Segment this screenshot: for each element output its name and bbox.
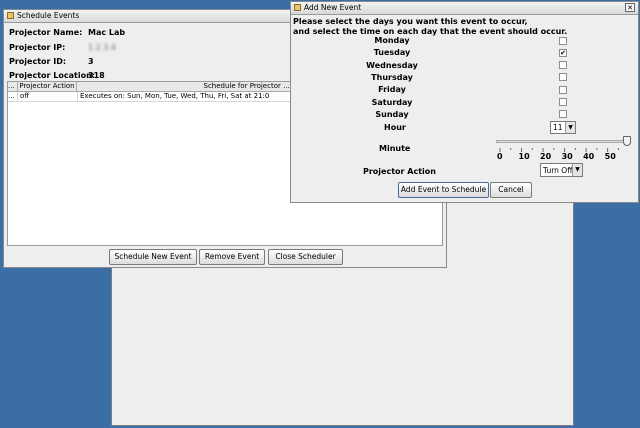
checkmark-icon: ✔ xyxy=(560,48,566,57)
minute-slider[interactable] xyxy=(496,136,631,148)
window-icon xyxy=(294,4,301,11)
cancel-button[interactable]: Cancel xyxy=(490,182,532,198)
projector-action-value: Turn Off xyxy=(543,166,573,175)
projector-id-value: 3 xyxy=(88,57,94,66)
day-checkbox-saturday[interactable] xyxy=(559,98,567,106)
instructions-line-1: Please select the days you want this eve… xyxy=(293,17,528,26)
remove-event-button[interactable]: Remove Event xyxy=(199,249,265,265)
day-label-saturday: Saturday xyxy=(371,97,413,107)
projector-action-label: Projector Action xyxy=(363,167,436,176)
day-checkbox-sunday[interactable] xyxy=(559,110,567,119)
minute-tick-label: 30 xyxy=(561,152,573,161)
day-checkbox-tuesday[interactable]: ✔ xyxy=(559,48,567,57)
hour-dropdown[interactable]: 11 ▼ xyxy=(550,121,576,134)
minute-label: Minute xyxy=(379,144,411,153)
add-event-dialog: Add New Event ✕ Please select the days y… xyxy=(290,1,639,203)
table-cell-action: off xyxy=(20,92,30,100)
add-event-title: Add New Event xyxy=(304,3,362,12)
hour-value: 11 xyxy=(553,123,563,132)
projector-ip-label: Projector IP: xyxy=(9,43,66,52)
add-event-to-schedule-button[interactable]: Add Event to Schedule xyxy=(398,182,489,198)
table-cell-index: ... xyxy=(8,92,18,101)
day-checkbox-thursday[interactable] xyxy=(559,73,567,82)
projector-ip-value: 1.2.3.4 xyxy=(88,43,116,52)
day-checkbox-wednesday[interactable] xyxy=(559,61,567,70)
schedule-window-title: Schedule Events xyxy=(17,11,80,20)
chevron-down-icon: ▼ xyxy=(565,122,575,133)
column-header-index[interactable]: ... xyxy=(8,82,18,91)
day-label-tuesday: Tuesday xyxy=(373,48,411,58)
day-label-sunday: Sunday xyxy=(375,109,409,119)
slider-track xyxy=(496,140,631,143)
column-header-schedule[interactable]: Schedule for Projector ..." xyxy=(77,82,293,91)
table-cell-schedule: Executes on: Sun, Mon, Tue, Wed, Thu, Fr… xyxy=(77,92,269,101)
minute-tick-label: 0 xyxy=(497,152,503,161)
projector-location-label: Projector Location: xyxy=(9,71,95,80)
close-scheduler-button[interactable]: Close Scheduler xyxy=(268,249,343,265)
close-icon[interactable]: ✕ xyxy=(625,3,635,12)
day-checkbox-friday[interactable] xyxy=(559,85,567,94)
minute-tick-label: 10 xyxy=(518,152,530,161)
projector-name-label: Projector Name: xyxy=(9,28,83,37)
projector-action-dropdown[interactable]: Turn Off ▼ xyxy=(540,163,583,177)
window-icon xyxy=(7,12,14,19)
day-label-thursday: Thursday xyxy=(371,72,413,82)
minute-tick-label: 40 xyxy=(583,152,595,161)
minute-tick-label: 50 xyxy=(604,152,616,161)
day-label-monday: Monday xyxy=(374,36,410,45)
day-label-friday: Friday xyxy=(378,85,406,95)
chevron-down-icon: ▼ xyxy=(572,164,582,176)
projector-name-value: Mac Lab xyxy=(88,28,126,37)
column-header-action[interactable]: Projector Action xyxy=(18,82,77,91)
add-event-titlebar[interactable]: Add New Event ✕ xyxy=(291,2,638,15)
day-label-wednesday: Wednesday xyxy=(366,60,418,70)
hour-label: Hour xyxy=(384,123,406,132)
minute-tick-label: 20 xyxy=(540,152,552,161)
day-checkbox-monday[interactable] xyxy=(559,36,567,45)
projector-location-value: 318 xyxy=(88,71,105,80)
slider-thumb[interactable] xyxy=(623,136,631,146)
instructions-line-2: and select the time on each day that the… xyxy=(293,27,568,36)
projector-id-label: Projector ID: xyxy=(9,57,67,66)
schedule-new-event-button[interactable]: Schedule New Event xyxy=(109,249,197,265)
